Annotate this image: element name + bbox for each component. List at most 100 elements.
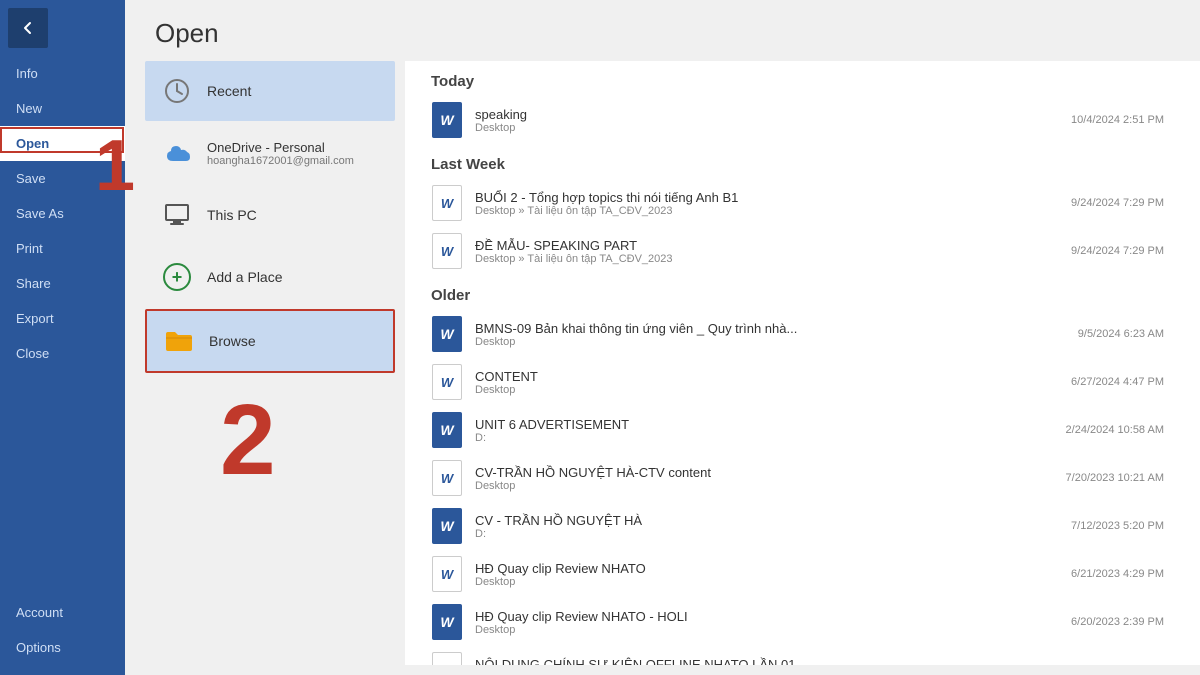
word-blue-icon [431, 102, 463, 138]
location-browse[interactable]: Browse [145, 309, 395, 373]
file-bmns-path: Desktop [475, 336, 1078, 348]
nav-item-export[interactable]: Export [0, 301, 125, 336]
file-content-path: Desktop [475, 384, 1071, 396]
file-hd-holi-path: Desktop [475, 624, 1071, 636]
file-demau-date: 9/24/2024 7:29 PM [1071, 245, 1184, 257]
file-demau-path: Desktop » Tài liệu ôn tập TA_CĐV_2023 [475, 253, 1071, 265]
file-content[interactable]: CONTENT Desktop 6/27/2024 4:47 PM [415, 358, 1200, 406]
nav-item-save-as[interactable]: Save As [0, 196, 125, 231]
browse-label: Browse [209, 333, 256, 349]
location-add-place[interactable]: + Add a Place [145, 247, 395, 307]
file-hd-holi-name: HĐ Quay clip Review NHATO - HOLI [475, 609, 1071, 624]
nav-item-print[interactable]: Print [0, 231, 125, 266]
pc-icon [159, 197, 195, 233]
file-bmns[interactable]: BMNS-09 Bản khai thông tin ứng viên _ Qu… [415, 310, 1200, 358]
file-hd-nhato[interactable]: HĐ Quay clip Review NHATO Desktop 6/21/2… [415, 550, 1200, 598]
file-noi-dung-name: NỘI DUNG CHÍNH SỰ KIỆN OFFLINE NHATO LẦN… [475, 657, 1164, 666]
nav-item-open[interactable]: Open [0, 126, 125, 161]
file-buoi2[interactable]: BUỔI 2 - Tổng hợp topics thi nói tiếng A… [415, 179, 1200, 227]
file-hd-nhato-info: HĐ Quay clip Review NHATO Desktop [475, 561, 1071, 588]
file-cv-info: CV - TRẦN HỒ NGUYỆT HÀ D: [475, 513, 1071, 540]
nav-item-new[interactable]: New [0, 91, 125, 126]
word-blue-icon-1 [431, 316, 463, 352]
back-button[interactable] [8, 8, 48, 48]
left-nav: Info New Open Save Save As Print Share E… [0, 0, 125, 675]
file-hd-nhato-date: 6/21/2023 4:29 PM [1071, 568, 1184, 580]
file-cv-ctv-date: 7/20/2023 10:21 AM [1066, 472, 1184, 484]
file-cv-ctv-name: CV-TRẦN HỒ NGUYỆT HÀ-CTV content [475, 465, 1066, 480]
file-buoi2-info: BUỔI 2 - Tổng hợp topics thi nói tiếng A… [475, 190, 1071, 217]
word-blue-icon-4 [431, 604, 463, 640]
word-blue-icon-2 [431, 412, 463, 448]
nav-item-share[interactable]: Share [0, 266, 125, 301]
file-cv-date: 7/12/2023 5:20 PM [1071, 520, 1184, 532]
add-place-icon: + [159, 259, 195, 295]
file-unit6[interactable]: UNIT 6 ADVERTISEMENT D: 2/24/2024 10:58 … [415, 406, 1200, 454]
word-plain-icon-2 [431, 364, 463, 400]
file-unit6-date: 2/24/2024 10:58 AM [1066, 424, 1184, 436]
file-buoi2-path: Desktop » Tài liệu ôn tập TA_CĐV_2023 [475, 205, 1071, 217]
main-content: Open Recent [125, 0, 1200, 675]
file-hd-nhato-name: HĐ Quay clip Review NHATO [475, 561, 1071, 576]
nav-item-account[interactable]: Account [0, 595, 125, 630]
file-noi-dung-info: NỘI DUNG CHÍNH SỰ KIỆN OFFLINE NHATO LẦN… [475, 657, 1164, 666]
file-unit6-name: UNIT 6 ADVERTISEMENT [475, 417, 1066, 432]
nav-item-save[interactable]: Save [0, 161, 125, 196]
file-buoi2-date: 9/24/2024 7:29 PM [1071, 197, 1184, 209]
onedrive-icon [159, 135, 195, 171]
section-older-header: Older [415, 275, 1200, 310]
file-hd-nhato-path: Desktop [475, 576, 1071, 588]
location-recent-label: Recent [207, 83, 251, 99]
section-today-header: Today [415, 61, 1200, 96]
this-pc-label: This PC [207, 207, 257, 223]
file-speaking[interactable]: speaking Desktop 10/4/2024 2:51 PM [415, 96, 1200, 144]
location-recent[interactable]: Recent [145, 61, 395, 121]
word-plain-icon-3 [431, 460, 463, 496]
file-hd-holi-date: 6/20/2023 2:39 PM [1071, 616, 1184, 628]
nav-item-info[interactable]: Info [0, 56, 125, 91]
file-unit6-path: D: [475, 432, 1066, 444]
file-cv-ctv-info: CV-TRẦN HỒ NGUYỆT HÀ-CTV content Desktop [475, 465, 1066, 492]
locations-panel: Recent OneDrive - Personal hoangha167200… [125, 61, 405, 665]
file-content-date: 6/27/2024 4:47 PM [1071, 376, 1184, 388]
file-content-info: CONTENT Desktop [475, 369, 1071, 396]
word-blue-icon-3 [431, 508, 463, 544]
word-plain-icon-4 [431, 556, 463, 592]
file-speaking-info: speaking Desktop [475, 107, 1071, 134]
file-cv-ctv[interactable]: CV-TRẦN HỒ NGUYỆT HÀ-CTV content Desktop… [415, 454, 1200, 502]
word-plain-icon-0 [431, 185, 463, 221]
file-bmns-date: 9/5/2024 6:23 AM [1078, 328, 1184, 340]
location-onedrive[interactable]: OneDrive - Personal hoangha1672001@gmail… [145, 123, 395, 183]
file-cv-ctv-path: Desktop [475, 480, 1066, 492]
file-cv[interactable]: CV - TRẦN HỒ NGUYỆT HÀ D: 7/12/2023 5:20… [415, 502, 1200, 550]
nav-item-close[interactable]: Close [0, 336, 125, 371]
file-cv-path: D: [475, 528, 1071, 540]
word-plain-icon-1 [431, 233, 463, 269]
file-hd-holi[interactable]: HĐ Quay clip Review NHATO - HOLI Desktop… [415, 598, 1200, 646]
folder-icon [161, 323, 197, 359]
page-title: Open [125, 0, 1200, 61]
file-bmns-name: BMNS-09 Bản khai thông tin ứng viên _ Qu… [475, 321, 1078, 336]
file-bmns-info: BMNS-09 Bản khai thông tin ứng viên _ Qu… [475, 321, 1078, 348]
location-this-pc[interactable]: This PC [145, 185, 395, 245]
word-plain-icon-5 [431, 652, 463, 665]
file-demau-info: ĐỀ MẪU- SPEAKING PART Desktop » Tài liệu… [475, 238, 1071, 265]
file-noi-dung[interactable]: NỘI DUNG CHÍNH SỰ KIỆN OFFLINE NHATO LẦN… [415, 646, 1200, 665]
onedrive-email: hoangha1672001@gmail.com [207, 155, 354, 167]
add-place-label: Add a Place [207, 269, 283, 285]
onedrive-label-wrap: OneDrive - Personal hoangha1672001@gmail… [207, 140, 354, 167]
nav-item-options[interactable]: Options [0, 630, 125, 665]
file-speaking-name: speaking [475, 107, 1071, 122]
onedrive-label: OneDrive - Personal [207, 140, 354, 155]
files-panel: Today speaking Desktop 10/4/2024 2:51 PM… [405, 61, 1200, 665]
file-content-name: CONTENT [475, 369, 1071, 384]
file-speaking-date: 10/4/2024 2:51 PM [1071, 114, 1184, 126]
file-hd-holi-info: HĐ Quay clip Review NHATO - HOLI Desktop [475, 609, 1071, 636]
file-speaking-path: Desktop [475, 122, 1071, 134]
section-lastweek-header: Last Week [415, 144, 1200, 179]
file-demau[interactable]: ĐỀ MẪU- SPEAKING PART Desktop » Tài liệu… [415, 227, 1200, 275]
file-cv-name: CV - TRẦN HỒ NGUYỆT HÀ [475, 513, 1071, 528]
clock-icon [159, 73, 195, 109]
file-buoi2-name: BUỔI 2 - Tổng hợp topics thi nói tiếng A… [475, 190, 1071, 205]
file-unit6-info: UNIT 6 ADVERTISEMENT D: [475, 417, 1066, 444]
